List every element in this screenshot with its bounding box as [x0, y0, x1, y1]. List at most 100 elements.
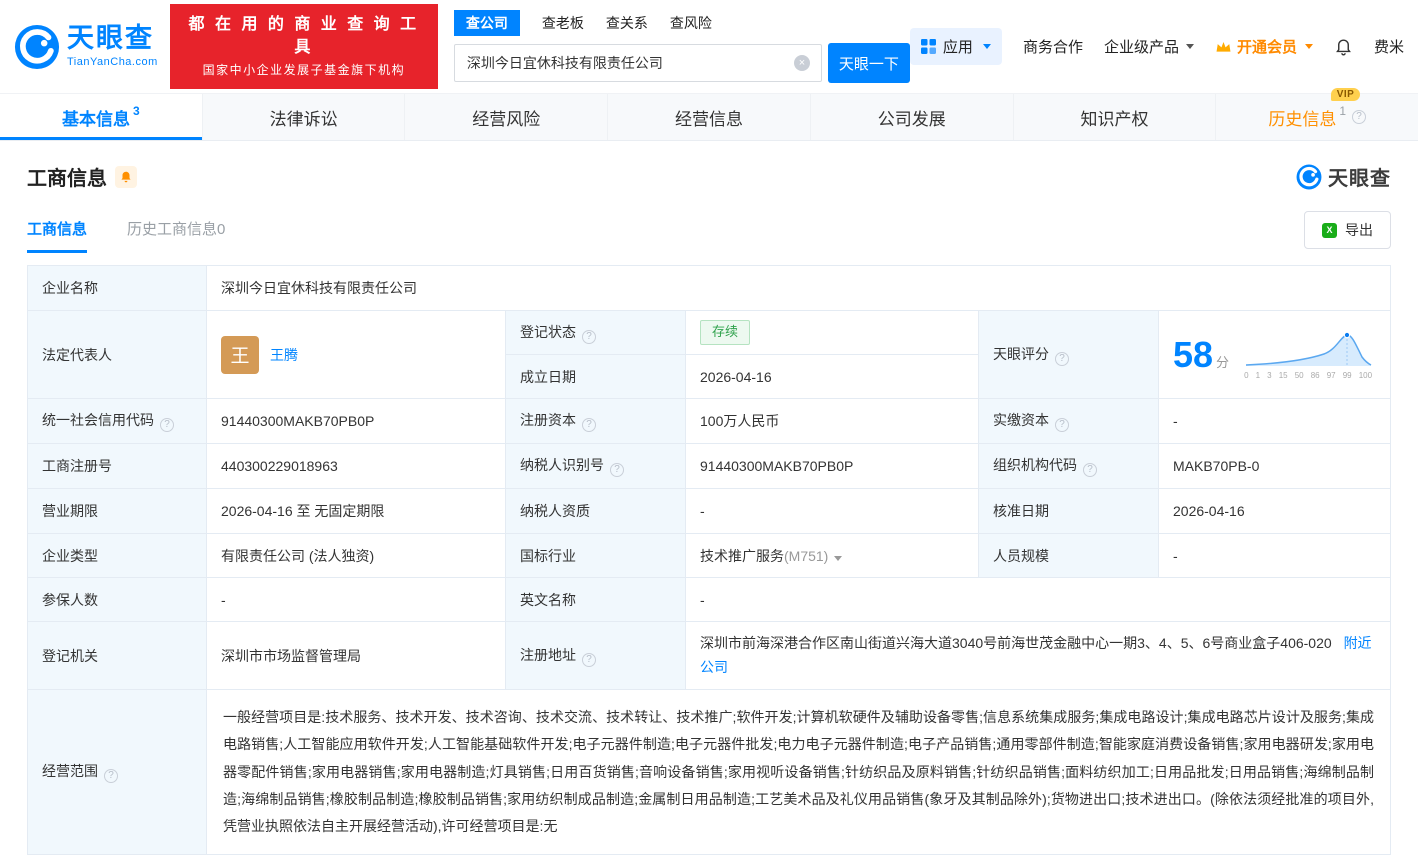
clear-icon[interactable]: × — [793, 55, 810, 71]
section-title: 工商信息 — [27, 168, 107, 190]
approval-date-value: 2026-04-16 — [1158, 488, 1391, 534]
tab-company-development[interactable]: 公司发展 — [811, 94, 1014, 140]
notification-bell[interactable] — [1334, 37, 1353, 56]
company-name-label: 企业名称 — [27, 265, 207, 311]
user-menu[interactable]: 费米 — [1374, 36, 1404, 57]
business-scope-value: 一般经营项目是:技术服务、技术开发、技术咨询、技术交流、技术转让、技术推广;软件… — [206, 688, 1391, 855]
username: 费米 — [1373, 39, 1404, 56]
table-row: 企业类型 有限责任公司 (法人独资) 国标行业 技术推广服务(M751) 人员规… — [27, 533, 1391, 578]
chevron-down-icon — [1304, 44, 1313, 49]
score-label: 天眼评分? — [978, 310, 1159, 399]
reg-capital-label: 注册资本? — [505, 398, 686, 444]
help-icon[interactable]: ? — [1352, 110, 1367, 124]
tab-intellectual-property[interactable]: 知识产权 — [1014, 94, 1217, 140]
industry-value: 技术推广服务(M751) — [685, 533, 979, 578]
search-input[interactable] — [453, 44, 822, 82]
tianyancha-logo-icon — [14, 24, 60, 69]
approval-date-label: 核准日期 — [978, 488, 1159, 534]
slogan-line1: 都 在 用 的 商 业 查 询 工 具 — [188, 16, 420, 56]
bell-icon — [121, 171, 131, 182]
credit-code-value: 91440300MAKB70PB0P — [206, 398, 506, 444]
search-tab-company[interactable]: 查公司 — [453, 10, 520, 36]
help-icon[interactable]: ? — [1055, 351, 1069, 366]
reg-status-label: 登记状态? — [505, 310, 686, 355]
subtab-history-business-info[interactable]: 历史工商信息0 — [127, 218, 225, 253]
org-code-value: MAKB70PB-0 — [1158, 443, 1391, 489]
help-icon[interactable]: ? — [582, 329, 596, 344]
tab-operation-risk[interactable]: 经营风险 — [405, 94, 609, 140]
staff-size-label: 人员规模 — [978, 533, 1159, 578]
english-name-label: 英文名称 — [505, 577, 686, 622]
tianyancha-logo-icon — [1296, 164, 1322, 189]
search-tab-boss[interactable]: 查老板 — [542, 13, 584, 33]
score-value-cell: 58 分 0 1 3 15 50 86 97 99 100 — [1158, 310, 1391, 399]
insured-label: 参保人数 — [27, 577, 207, 622]
table-row: 企业名称 深圳今日宜休科技有限责任公司 — [27, 265, 1391, 311]
help-icon[interactable]: ? — [1083, 463, 1097, 477]
business-term-value: 2026-04-16 至 无固定期限 — [206, 488, 506, 534]
table-row: 营业期限 2026-04-16 至 无固定期限 纳税人资质 - 核准日期 202… — [27, 488, 1391, 534]
score-distribution-chart: 0 1 3 15 50 86 97 99 100 — [1244, 329, 1372, 380]
apps-grid-icon — [920, 39, 936, 54]
slogan-banner: 都 在 用 的 商 业 查 询 工 具 国家中小企业发展子基金旗下机构 — [169, 4, 438, 89]
org-code-label: 组织机构代码? — [978, 443, 1159, 489]
business-term-label: 营业期限 — [27, 488, 207, 534]
reg-number-label: 工商注册号 — [27, 443, 207, 489]
help-icon[interactable]: ? — [1055, 418, 1069, 432]
open-vip-menu[interactable]: 开通会员 — [1215, 36, 1313, 57]
business-cooperation-link[interactable]: 商务合作 — [1023, 36, 1083, 57]
search-tab-risk[interactable]: 查风险 — [670, 13, 712, 33]
help-icon[interactable]: ? — [104, 769, 118, 784]
search-tab-relation[interactable]: 查关系 — [606, 13, 648, 33]
apps-menu[interactable]: 应用 — [909, 28, 1002, 65]
chevron-down-icon[interactable] — [834, 555, 843, 561]
table-row: 法定代表人 王 王腾 登记状态? 存续 天眼评分? 58 分 0 1 3 15 … — [27, 310, 1391, 399]
staff-size-value: - — [1158, 533, 1391, 578]
reg-authority-label: 登记机关 — [27, 621, 207, 690]
tab-history-info[interactable]: 历史信息 VIP 1 ? — [1216, 87, 1418, 140]
brand-domain: TianYanCha.com — [67, 56, 158, 68]
legal-rep-link[interactable]: 王腾 — [270, 345, 298, 365]
tab-badge: 1 — [1339, 104, 1347, 118]
taxpayer-quality-label: 纳税人资质 — [505, 488, 686, 534]
business-scope-label: 经营范围? — [27, 688, 207, 855]
company-nav-tabs: 基本信息 3 法律诉讼 经营风险 经营信息 公司发展 知识产权 历史信息 VIP… — [0, 87, 1418, 141]
industry-label: 国标行业 — [505, 533, 686, 578]
table-row: 登记机关 深圳市市场监督管理局 注册地址? 深圳市前海深港合作区南山街道兴海大道… — [27, 621, 1391, 690]
table-row: 经营范围? 一般经营项目是:技术服务、技术开发、技术咨询、技术交流、技术转让、技… — [27, 688, 1391, 855]
credit-code-label: 统一社会信用代码? — [27, 398, 207, 444]
taxpayer-quality-value: - — [685, 488, 979, 534]
search-button[interactable]: 天眼一下 — [827, 43, 910, 83]
taxpayer-id-label: 纳税人识别号? — [505, 443, 686, 489]
subtab-business-info[interactable]: 工商信息 — [27, 218, 88, 253]
apps-label: 应用 — [942, 39, 973, 56]
help-icon[interactable]: ? — [160, 418, 174, 432]
table-row: 工商注册号 440300229018963 纳税人识别号? 91440300MA… — [27, 443, 1391, 489]
legal-rep-label: 法定代表人 — [27, 310, 207, 399]
tab-basic-info[interactable]: 基本信息 3 — [0, 94, 203, 140]
establish-date-label: 成立日期 — [505, 354, 686, 399]
score-curve — [1246, 331, 1372, 366]
tianyancha-logo[interactable]: 天眼查 TianYanCha.com — [14, 24, 158, 70]
top-header: 天眼查 TianYanCha.com 都 在 用 的 商 业 查 询 工 具 国… — [0, 0, 1418, 93]
company-name-value: 深圳今日宜休科技有限责任公司 — [206, 265, 1391, 311]
paid-capital-label: 实缴资本? — [978, 398, 1159, 444]
insured-value: - — [206, 577, 506, 622]
chevron-down-icon — [1185, 44, 1194, 49]
tab-operation-info[interactable]: 经营信息 — [608, 94, 811, 140]
tab-badge: 3 — [133, 104, 140, 118]
enterprise-product-menu[interactable]: 企业级产品 — [1104, 36, 1194, 57]
taxpayer-id-value: 91440300MAKB70PB0P — [685, 443, 979, 489]
help-icon[interactable]: ? — [582, 418, 596, 432]
reg-status-value: 存续 — [685, 310, 979, 355]
tab-legal-litigation[interactable]: 法律诉讼 — [203, 94, 406, 140]
reg-capital-value: 100万人民币 — [685, 398, 979, 444]
avatar[interactable]: 王 — [221, 335, 259, 374]
help-icon[interactable]: ? — [610, 463, 624, 477]
subscribe-bell-button[interactable] — [115, 165, 137, 188]
excel-icon: X — [1322, 222, 1337, 238]
reg-number-value: 440300229018963 — [206, 443, 506, 489]
export-button[interactable]: X 导出 — [1304, 211, 1391, 249]
help-icon[interactable]: ? — [582, 652, 596, 667]
slogan-line2: 国家中小企业发展子基金旗下机构 — [202, 62, 406, 77]
